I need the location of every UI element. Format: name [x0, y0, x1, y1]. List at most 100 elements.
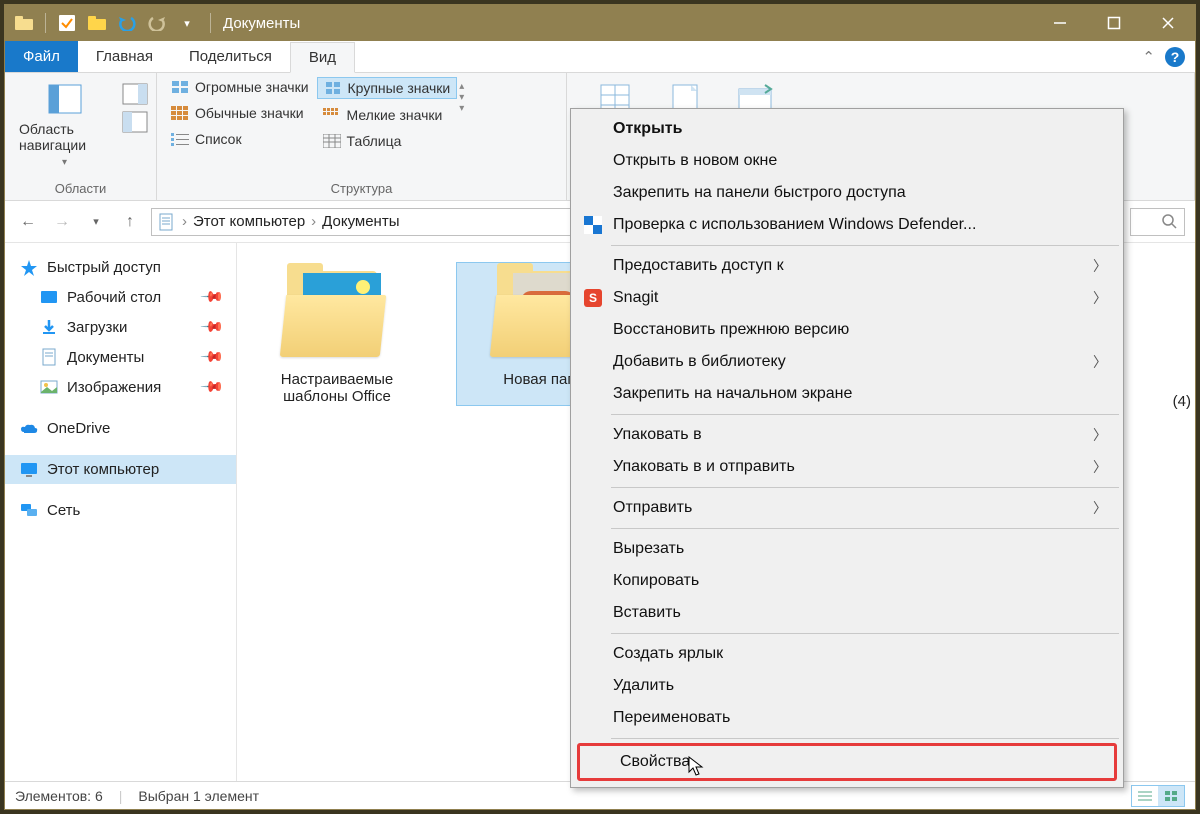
ctx-properties[interactable]: Свойства [577, 743, 1117, 781]
sidebar-item-network[interactable]: Сеть [5, 496, 236, 525]
chevron-right-icon: 〉 [1093, 256, 1107, 276]
nav-recent-icon[interactable]: ▾ [83, 209, 109, 235]
chevron-right-icon: 〉 [1093, 498, 1107, 518]
details-pane-icon[interactable] [122, 111, 148, 133]
view-thumbnails-button[interactable] [1158, 786, 1184, 806]
collapse-ribbon-icon[interactable]: ⌃ [1142, 48, 1155, 66]
sidebar-item-desktop[interactable]: Рабочий стол📌 [5, 282, 236, 312]
layout-large-icons[interactable]: Крупные значки [317, 77, 458, 99]
svg-text:S: S [589, 291, 597, 305]
pictures-icon [39, 379, 59, 395]
pin-icon: 📌 [200, 284, 226, 310]
chevron-right-icon: 〉 [1093, 352, 1107, 372]
context-menu: Открыть Открыть в новом окне Закрепить н… [570, 108, 1124, 788]
ctx-snagit[interactable]: S Snagit〉 [573, 282, 1121, 314]
navigation-pane-label: Область навигации [19, 121, 110, 153]
pin-icon: 📌 [200, 374, 226, 400]
star-icon [19, 260, 39, 276]
search-box[interactable] [1130, 208, 1185, 236]
layout-scroll-up-icon[interactable]: ▴ [459, 81, 464, 92]
ctx-share-access[interactable]: Предоставить доступ к〉 [573, 250, 1121, 282]
crumb-root[interactable]: Этот компьютер [193, 213, 305, 230]
ribbon-group-layout-label: Структура [165, 179, 558, 198]
documents-icon [158, 213, 176, 231]
navigation-sidebar: Быстрый доступ Рабочий стол📌 Загрузки📌 Д… [5, 243, 237, 781]
ctx-add-to-library[interactable]: Добавить в библиотеку〉 [573, 346, 1121, 378]
ctx-open[interactable]: Открыть [573, 113, 1121, 145]
ctx-copy[interactable]: Копировать [573, 565, 1121, 597]
ctx-delete[interactable]: Удалить [573, 670, 1121, 702]
chevron-right-icon: 〉 [1093, 457, 1107, 477]
sidebar-item-this-pc[interactable]: Этот компьютер [5, 455, 236, 484]
layout-table[interactable]: Таблица [317, 131, 458, 151]
layout-scroll-down-icon[interactable]: ▾ [459, 92, 464, 103]
ctx-send-to[interactable]: Отправить〉 [573, 492, 1121, 524]
help-icon[interactable]: ? [1165, 47, 1185, 67]
sidebar-item-documents[interactable]: Документы📌 [5, 342, 236, 372]
tab-view[interactable]: Вид [290, 42, 355, 73]
status-selection: Выбран 1 элемент [138, 788, 259, 804]
chevron-right-icon: 〉 [1093, 288, 1107, 308]
network-icon [19, 503, 39, 519]
layout-small-icons[interactable]: Мелкие значки [317, 105, 458, 125]
folder-item-office-templates[interactable]: Настраиваемые шаблоны Office [247, 263, 427, 405]
folder-icon[interactable] [11, 10, 37, 36]
ctx-pin-start[interactable]: Закрепить на начальном экране [573, 378, 1121, 410]
minimize-button[interactable] [1033, 5, 1087, 41]
ctx-rename[interactable]: Переименовать [573, 702, 1121, 734]
ctx-cut[interactable]: Вырезать [573, 533, 1121, 565]
title-bar: ▾ Документы [5, 5, 1195, 41]
crumb-current[interactable]: Документы [322, 213, 399, 230]
tab-file[interactable]: Файл [5, 41, 78, 72]
sidebar-item-onedrive[interactable]: OneDrive [5, 414, 236, 443]
nav-up-button[interactable]: ↑ [117, 209, 143, 235]
ctx-pack-send[interactable]: Упаковать в и отправить〉 [573, 451, 1121, 483]
search-icon [1162, 214, 1178, 230]
ctx-paste[interactable]: Вставить [573, 597, 1121, 629]
ribbon-tabs: Файл Главная Поделиться Вид ⌃ ? [5, 41, 1195, 73]
layout-list[interactable]: Список [165, 129, 315, 149]
window-title: Документы [223, 15, 300, 32]
quick-access-toolbar: ▾ [5, 10, 206, 36]
documents-icon [39, 349, 59, 365]
ctx-open-new-window[interactable]: Открыть в новом окне [573, 145, 1121, 177]
tab-home[interactable]: Главная [78, 41, 171, 72]
redo-icon[interactable] [144, 10, 170, 36]
folder-icon [277, 263, 397, 363]
nav-forward-button[interactable]: → [49, 209, 75, 235]
pin-icon: 📌 [200, 344, 226, 370]
layout-expand-icon[interactable]: ▾ [459, 103, 464, 114]
chevron-right-icon: 〉 [1093, 425, 1107, 445]
new-folder-icon[interactable] [84, 10, 110, 36]
preview-pane-icon[interactable] [122, 83, 148, 105]
navigation-pane-button[interactable]: Область навигации ▾ [13, 77, 116, 172]
download-icon [39, 319, 59, 335]
ribbon-group-panes: Область навигации ▾ Области [5, 73, 157, 200]
desktop-icon [39, 289, 59, 305]
ctx-create-shortcut[interactable]: Создать ярлык [573, 638, 1121, 670]
partial-item-label: (4) [1173, 393, 1191, 410]
view-toggle [1131, 785, 1185, 807]
qat-dropdown-icon[interactable]: ▾ [174, 10, 200, 36]
shield-icon [583, 215, 603, 235]
sidebar-item-pictures[interactable]: Изображения📌 [5, 372, 236, 402]
undo-icon[interactable] [114, 10, 140, 36]
maximize-button[interactable] [1087, 5, 1141, 41]
sidebar-item-quick-access[interactable]: Быстрый доступ [5, 253, 236, 282]
close-button[interactable] [1141, 5, 1195, 41]
onedrive-icon [19, 421, 39, 437]
ctx-pack[interactable]: Упаковать в〉 [573, 419, 1121, 451]
layout-normal-icons[interactable]: Обычные значки [165, 103, 315, 123]
nav-back-button[interactable]: ← [15, 209, 41, 235]
ctx-scan-defender[interactable]: Проверка с использованием Windows Defend… [573, 209, 1121, 241]
ctx-pin-quick-access[interactable]: Закрепить на панели быстрого доступа [573, 177, 1121, 209]
pin-icon: 📌 [200, 314, 226, 340]
properties-icon[interactable] [54, 10, 80, 36]
view-details-button[interactable] [1132, 786, 1158, 806]
status-item-count: Элементов: 6 [15, 788, 103, 804]
layout-huge-icons[interactable]: Огромные значки [165, 77, 315, 97]
sidebar-item-downloads[interactable]: Загрузки📌 [5, 312, 236, 342]
cursor-icon [688, 756, 706, 778]
ctx-restore-version[interactable]: Восстановить прежнюю версию [573, 314, 1121, 346]
tab-share[interactable]: Поделиться [171, 41, 290, 72]
